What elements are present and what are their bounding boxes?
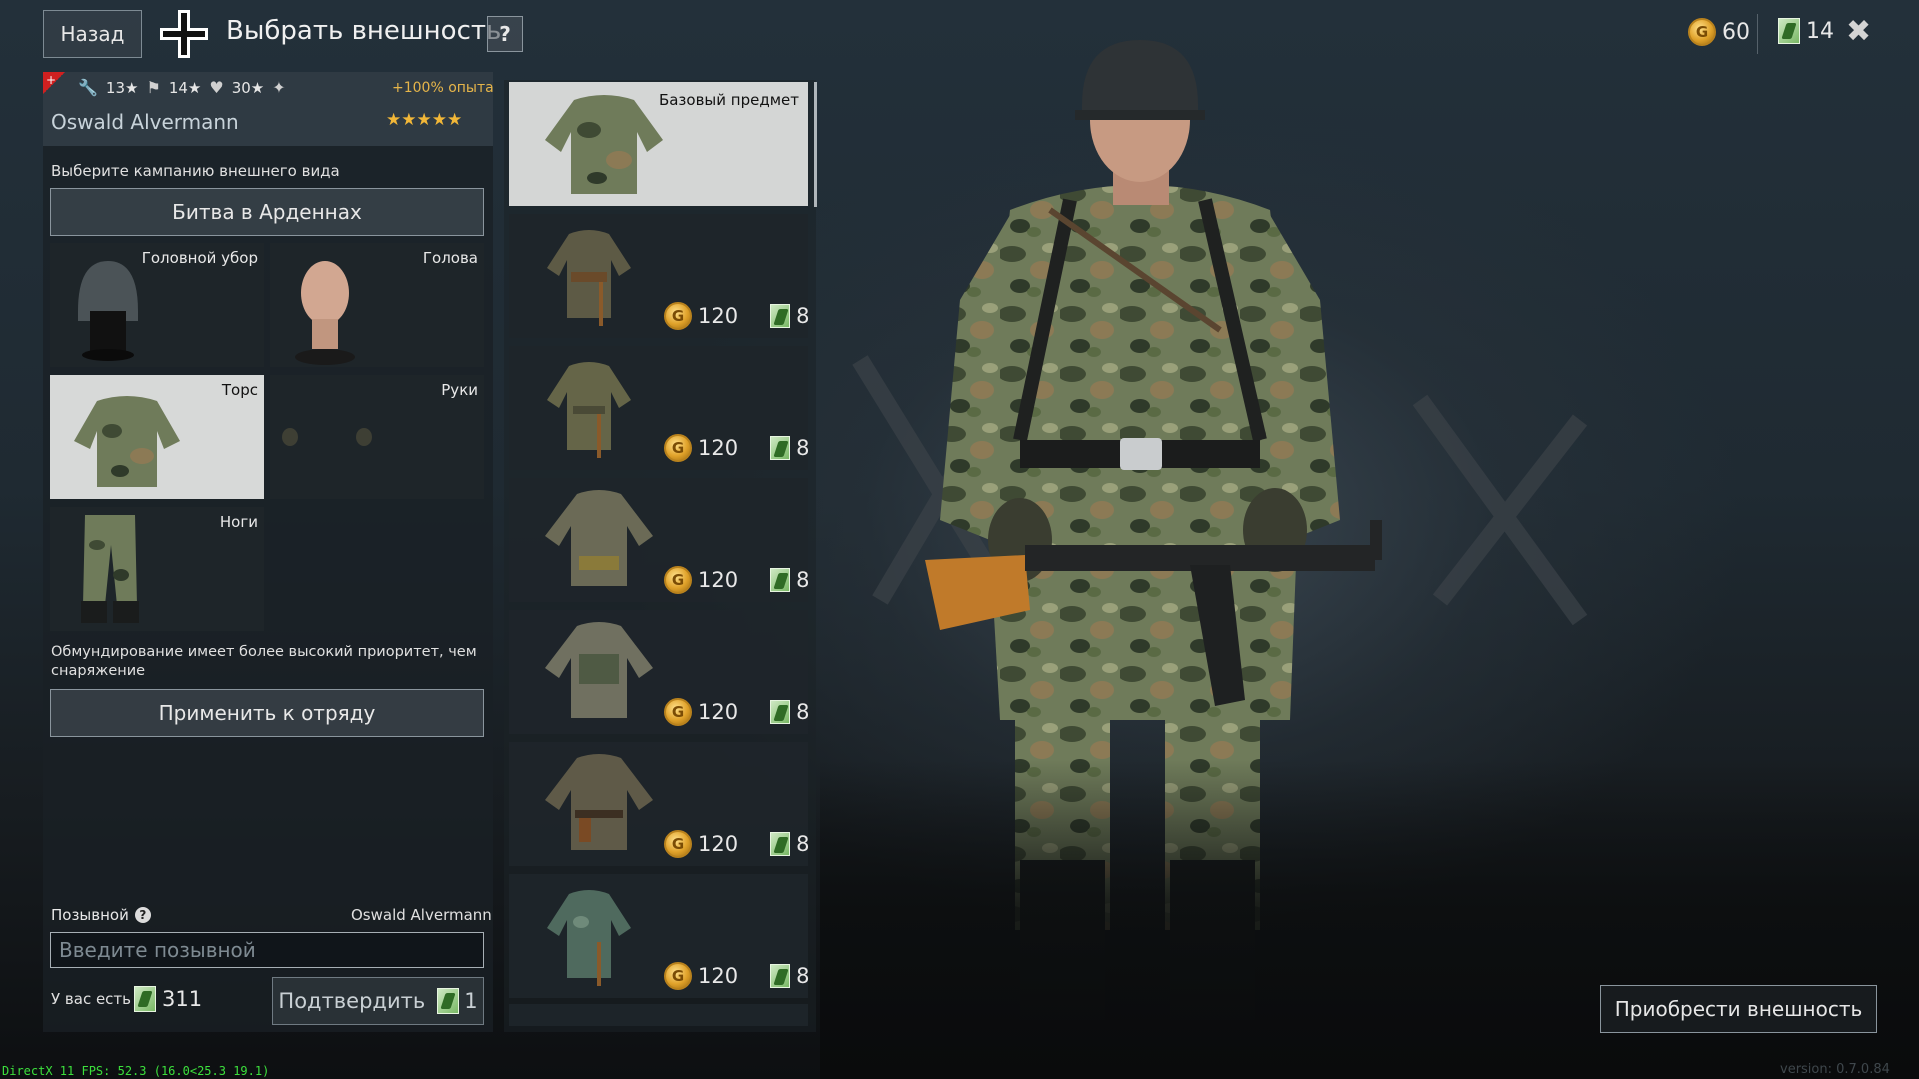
appearance-token-icon: [770, 964, 791, 988]
appearance-item[interactable]: G 120 8: [509, 874, 809, 998]
stat-value: 13★: [105, 78, 139, 97]
slot-head[interactable]: Голова: [270, 243, 484, 367]
fps-counter: DirectX 11 FPS: 52.3 (16.0<25.3 19.1): [2, 1064, 270, 1078]
purchase-appearance-button[interactable]: Приобрести внешность: [1600, 985, 1877, 1033]
slot-headwear[interactable]: Головной убор: [50, 243, 264, 367]
help-icon[interactable]: ?: [134, 907, 151, 923]
helmet-thumbnail: [78, 261, 138, 361]
appearance-token-icon: [770, 436, 791, 460]
squad-flag-icon: +: [43, 72, 65, 94]
grenade-icon: ✦: [272, 78, 286, 97]
slot-hands[interactable]: Руки: [270, 375, 484, 499]
item-label: Базовый предмет: [658, 91, 799, 109]
appearance-token-icon: [770, 700, 791, 724]
list-scrollbar[interactable]: [814, 82, 817, 207]
soldier-name: Oswald Alvermann: [51, 110, 239, 134]
apply-to-squad-button[interactable]: Применить к отряду: [50, 689, 484, 737]
balance-label: У вас есть: [51, 990, 132, 1008]
page-title: Выбрать внешность: [226, 16, 502, 46]
callsign-current: Oswald Alvermann: [351, 906, 492, 924]
appearance-token-icon: [770, 304, 791, 328]
coat-thumbnail: [545, 490, 653, 586]
appearance-token-icon: [437, 988, 460, 1014]
coat-thumbnail: [545, 622, 653, 718]
appearance-item[interactable]: G 120 8: [509, 214, 809, 338]
version-label: version: 0.7.0.84: [1780, 1062, 1890, 1077]
priority-note: Обмундирование имеет более высокий приор…: [51, 644, 477, 679]
jacket-thumbnail: [547, 230, 631, 326]
help-button[interactable]: ?: [487, 16, 523, 52]
campaign-select-button[interactable]: Битва в Арденнах: [50, 188, 484, 236]
gloves-thumbnail: [282, 428, 372, 446]
confirm-callsign-button[interactable]: Подтвердить 1: [272, 977, 484, 1025]
item-price: G 120 8: [664, 566, 809, 594]
rank-stars: ★★★★★: [386, 110, 463, 130]
appearance-item[interactable]: G 120 8: [509, 346, 809, 470]
gold-coin-icon: G: [664, 434, 692, 462]
stat-value: 14★: [168, 78, 202, 97]
appearance-item[interactable]: [509, 1004, 808, 1026]
slot-label: Руки: [441, 381, 478, 399]
torso-thumbnail: [74, 396, 180, 487]
appearance-item[interactable]: G 120 8: [509, 478, 809, 602]
item-price: G 120 8: [664, 434, 809, 462]
gold-coin-icon: G: [664, 302, 692, 330]
wrench-icon: 🔧: [78, 78, 98, 97]
jacket-thumbnail: [545, 95, 663, 194]
back-button[interactable]: Назад: [43, 10, 142, 58]
gold-coin-icon: G: [664, 566, 692, 594]
gold-coin-icon: G: [664, 830, 692, 858]
slot-label: Голова: [422, 249, 478, 267]
stat-value: 30★: [231, 78, 265, 97]
gold-coin-icon: G: [664, 962, 692, 990]
slot-label: Головной убор: [141, 249, 258, 267]
appearance-token-icon: [770, 568, 791, 592]
callsign-label: Позывной ?: [51, 906, 151, 924]
gold-coin-icon: G: [664, 698, 692, 726]
exp-bonus: +100% опыта: [392, 80, 494, 96]
appearance-token-icon: [134, 986, 156, 1012]
appearance-token-icon: [770, 832, 791, 856]
item-price: G 120 8: [664, 830, 809, 858]
campaign-label: Выберите кампанию внешнего вида: [51, 162, 340, 180]
jacket-thumbnail: [547, 890, 631, 986]
callsign-input[interactable]: [50, 932, 484, 968]
appearance-item[interactable]: G 120 8: [509, 742, 809, 866]
item-price: G 120 8: [664, 698, 809, 726]
slot-label: Торс: [221, 381, 258, 399]
appearance-item[interactable]: G 120 8: [509, 610, 809, 734]
head-thumbnail: [295, 261, 355, 365]
coat-thumbnail: [545, 754, 653, 850]
heart-icon: ♥: [209, 78, 224, 97]
soldier-stats: 🔧 13★ ⚑ 14★ ♥ 30★ ✦: [78, 78, 286, 97]
item-price: G 120 8: [664, 962, 809, 990]
slot-torso[interactable]: Торс: [50, 375, 264, 499]
slot-legs[interactable]: Ноги: [50, 507, 264, 631]
boot-icon: ⚑: [146, 78, 161, 97]
balance-value: 311: [134, 986, 202, 1012]
legs-thumbnail: [81, 515, 139, 623]
balkenkreuz-icon: [160, 10, 208, 58]
item-price: G 120 8: [664, 302, 809, 330]
jacket-thumbnail: [547, 362, 631, 458]
appearance-item-base[interactable]: Базовый предмет: [509, 82, 808, 206]
slot-label: Ноги: [219, 513, 258, 531]
